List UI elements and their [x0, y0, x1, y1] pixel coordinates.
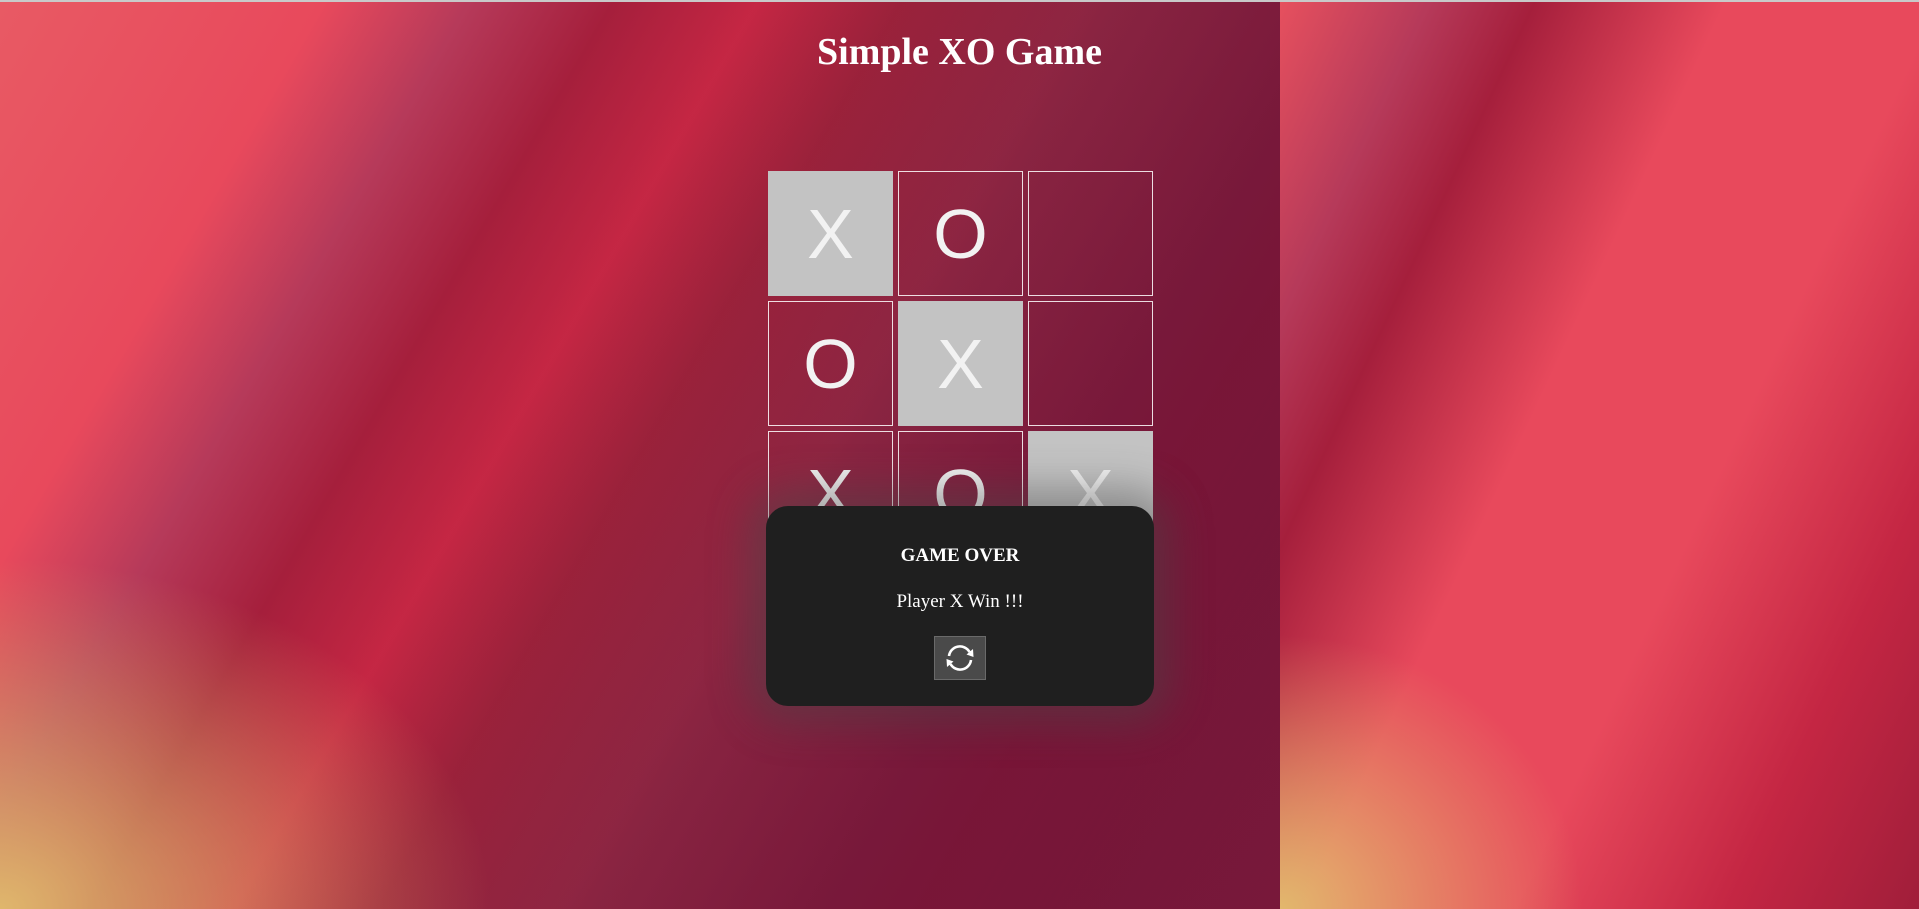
top-border [0, 0, 1919, 2]
board-cell[interactable]: O [768, 301, 893, 426]
game-board: X O O X X O X [768, 171, 1153, 556]
modal-title: GAME OVER [900, 545, 1020, 566]
refresh-icon [946, 645, 974, 671]
page-title: Simple XO Game [817, 31, 1102, 73]
restart-button[interactable] [934, 636, 986, 680]
background-right-panel [1280, 2, 1919, 909]
board-cell[interactable]: X [768, 171, 893, 296]
game-over-modal: GAME OVER Player X Win !!! [766, 506, 1154, 706]
board-cell[interactable] [1028, 171, 1153, 296]
board-cell[interactable] [1028, 301, 1153, 426]
board-cell[interactable]: O [898, 171, 1023, 296]
winner-message: Player X Win !!! [896, 591, 1024, 612]
board-cell[interactable]: X [898, 301, 1023, 426]
